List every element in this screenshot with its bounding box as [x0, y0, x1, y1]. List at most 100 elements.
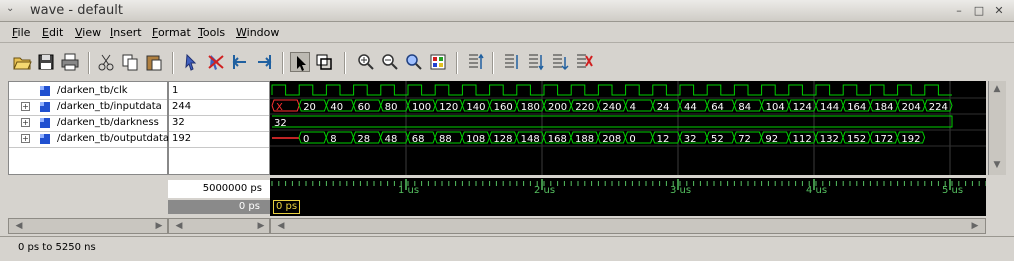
scroll-left-icon[interactable]: ◀ — [173, 220, 185, 232]
signal-value: 1 — [172, 85, 179, 96]
wave-hscrollbar[interactable]: ◀ ▶ — [270, 218, 986, 234]
signal-names-pane[interactable]: /darken_tb/clk + /darken_tb/inputdata + … — [8, 81, 170, 175]
value-row: 192 — [169, 131, 269, 147]
pointer-icon[interactable] — [290, 52, 310, 72]
outputdata-label: 132 — [820, 134, 839, 145]
signal-name: /darken_tb/darkness — [57, 117, 159, 128]
cursor-label[interactable]: 0 ps — [273, 200, 301, 214]
scroll-right-icon[interactable]: ▶ — [153, 220, 165, 232]
inputdata-label: 184 — [874, 102, 893, 113]
ruler-label: 3 us — [670, 185, 692, 196]
waveform-canvas[interactable]: X 20 40 60 80 100 120 140 160 180 200 220 240 4 24 44 64… — [270, 81, 986, 175]
outputdata-label: 148 — [521, 134, 540, 145]
ruler-label: 1 us — [398, 185, 420, 196]
next-edge-icon[interactable] — [526, 52, 546, 72]
waveform-pane[interactable]: X 20 40 60 80 100 120 140 160 180 200 220 240 4 24 44 64… — [270, 81, 986, 175]
vertical-scrollbar[interactable]: ▲ ▼ — [988, 81, 1006, 175]
copy-icon[interactable] — [120, 52, 140, 72]
menu-view[interactable]: View — [75, 26, 101, 39]
cut-icon[interactable] — [96, 52, 116, 72]
inputdata-label: 80 — [385, 102, 398, 113]
remove-icon[interactable] — [574, 52, 594, 72]
outputdata-label: 52 — [711, 134, 724, 145]
outputdata-label: 92 — [765, 134, 778, 145]
names-hscrollbar[interactable]: ◀ ▶ — [8, 218, 168, 234]
clk-wave — [271, 84, 952, 96]
values-hscrollbar[interactable]: ◀ ▶ — [168, 218, 270, 234]
scroll-left-icon[interactable]: ◀ — [275, 220, 287, 232]
darkness-label: 32 — [274, 118, 287, 129]
time-range: 0 ps to 5250 ns — [18, 242, 96, 253]
inputdata-label: 164 — [847, 102, 866, 113]
zoom-in-icon[interactable] — [356, 52, 376, 72]
signal-value: 32 — [172, 117, 185, 128]
prev-edge-icon[interactable] — [502, 52, 522, 72]
signal-row-outputdata[interactable]: + /darken_tb/outputdata — [9, 131, 170, 147]
outputdata-label: 112 — [793, 134, 812, 145]
outputdata-label: 68 — [412, 134, 425, 145]
print-icon[interactable] — [60, 52, 80, 72]
scroll-left-icon[interactable]: ◀ — [13, 220, 25, 232]
outputdata-label: 72 — [738, 134, 751, 145]
time-ruler[interactable]: 1 us 2 us 3 us 4 us 5 us 0 ps — [270, 178, 986, 216]
delete-icon[interactable] — [206, 52, 226, 72]
insert-right-icon[interactable] — [254, 52, 274, 72]
window-menu-icon[interactable]: ⌄ — [6, 3, 20, 17]
inputdata-label: 100 — [412, 102, 431, 113]
menu-file[interactable]: File — [12, 26, 30, 39]
signal-icon — [40, 134, 50, 144]
signal-values-pane[interactable]: 1 244 32 192 — [168, 81, 270, 175]
outputdata-label: 208 — [602, 134, 621, 145]
expand-plus-icon[interactable]: + — [21, 118, 30, 127]
scroll-up-icon[interactable]: ▲ — [991, 83, 1003, 95]
inputdata-label: 224 — [929, 102, 948, 113]
inputdata-label: X — [276, 102, 283, 113]
insert-left-icon[interactable] — [230, 52, 250, 72]
signal-name: /darken_tb/outputdata — [57, 133, 170, 144]
scroll-right-icon[interactable]: ▶ — [969, 220, 981, 232]
signal-row-clk[interactable]: /darken_tb/clk — [9, 83, 167, 99]
select-icon[interactable] — [182, 52, 202, 72]
menu-format[interactable]: Format — [152, 26, 191, 39]
toolbar-separator — [172, 52, 174, 74]
menu-window[interactable]: Window — [236, 26, 279, 39]
maximize-icon[interactable]: □ — [972, 4, 986, 18]
darkness-segment — [272, 115, 953, 128]
inputdata-label: 20 — [303, 102, 316, 113]
outputdata-label: 88 — [439, 134, 452, 145]
zoom-box-icon[interactable] — [314, 52, 334, 72]
paste-icon[interactable] — [144, 52, 164, 72]
close-icon[interactable]: ✕ — [992, 4, 1006, 18]
inputdata-label: 160 — [494, 102, 513, 113]
open-folder-icon[interactable] — [12, 52, 32, 72]
outputdata-label: 128 — [493, 134, 512, 145]
signal-row-darkness[interactable]: + /darken_tb/darkness — [9, 115, 167, 131]
menu-edit[interactable]: Edit — [42, 26, 63, 39]
time-readout: 5000000 ps — [168, 180, 270, 198]
outputdata-label: 48 — [385, 134, 398, 145]
toolbar-separator — [282, 52, 284, 74]
inputdata-label: 240 — [602, 102, 621, 113]
menu-tools[interactable]: Tools — [198, 26, 225, 39]
scroll-right-icon[interactable]: ▶ — [255, 220, 267, 232]
signal-value: 244 — [172, 101, 192, 112]
inputdata-label: 200 — [548, 102, 567, 113]
expand-plus-icon[interactable]: + — [21, 102, 30, 111]
minimize-icon[interactable]: – — [952, 4, 966, 18]
outputdata-label: 0 — [303, 134, 309, 145]
zoom-full-icon[interactable] — [404, 52, 424, 72]
expand-icon[interactable] — [550, 52, 570, 72]
find-icon[interactable] — [466, 52, 486, 72]
save-icon[interactable] — [36, 52, 56, 72]
menu-insert[interactable]: Insert — [110, 26, 142, 39]
inputdata-label: 220 — [575, 102, 594, 113]
row-divider — [9, 147, 167, 148]
signal-row-inputdata[interactable]: + /darken_tb/inputdata — [9, 99, 167, 115]
zoom-out-icon[interactable] — [380, 52, 400, 72]
scroll-down-icon[interactable]: ▼ — [991, 159, 1003, 171]
expand-plus-icon[interactable]: + — [21, 134, 30, 143]
inputdata-label: 204 — [902, 102, 921, 113]
zoom-cursor-icon[interactable] — [428, 52, 448, 72]
cursor-values-pane: 5000000 ps 0 ps — [168, 178, 270, 216]
inputdata-label: 144 — [820, 102, 839, 113]
